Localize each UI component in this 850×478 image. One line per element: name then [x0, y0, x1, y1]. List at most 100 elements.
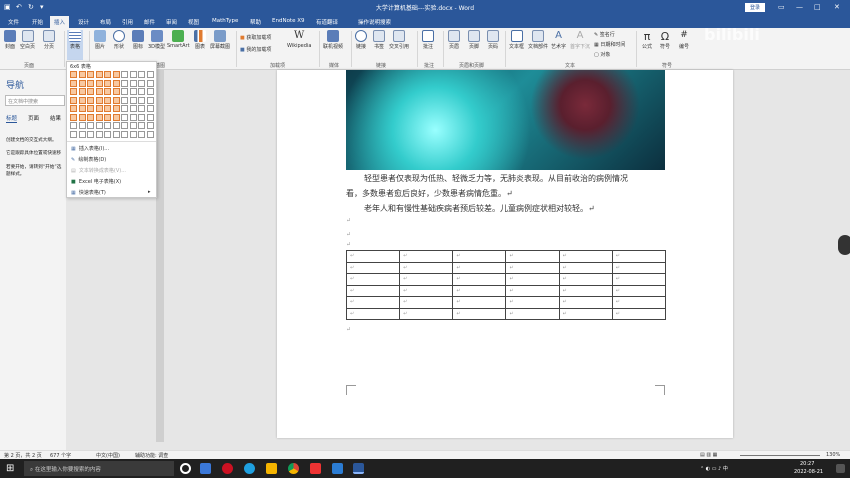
table-grid-cell[interactable] [95, 113, 103, 121]
table-cell[interactable]: ↵ [558, 296, 613, 309]
table-cell[interactable]: ↵ [558, 273, 613, 286]
table-grid-cell[interactable] [95, 130, 103, 138]
table-grid-cell[interactable] [129, 88, 137, 95]
nav-tab-headings[interactable]: 标题 [6, 114, 18, 123]
empty-paragraph[interactable]: ↵ [346, 326, 351, 333]
table-button[interactable]: 表格 [67, 30, 83, 60]
close-icon[interactable]: ✕ [834, 3, 840, 11]
nav-tab-results[interactable]: 结果 [50, 114, 61, 122]
table-grid-cell[interactable] [78, 79, 86, 87]
table-grid-cell[interactable] [87, 130, 94, 138]
table-cell[interactable]: ↵ [611, 296, 667, 309]
table-grid-cell[interactable] [78, 130, 86, 138]
table-cell[interactable]: ↵ [345, 296, 401, 309]
table-grid-cell[interactable] [112, 96, 120, 104]
table-grid-cell[interactable] [121, 113, 128, 121]
insert-table-item[interactable]: ▦ 插入表格(I)... [71, 145, 109, 152]
table-cell[interactable]: ↵ [611, 307, 667, 320]
zoom-level[interactable]: 130% [826, 452, 840, 458]
table-cell[interactable]: ↵ [505, 284, 560, 297]
table-grid-cell[interactable] [138, 71, 145, 78]
table-grid-cell[interactable] [87, 113, 94, 121]
table-cell[interactable]: ↵ [452, 284, 507, 297]
table-cell[interactable]: ↵ [399, 250, 454, 263]
table-cell[interactable]: ↵ [611, 273, 667, 286]
table-grid-cell[interactable] [129, 113, 137, 121]
table-cell[interactable]: ↵ [505, 250, 560, 263]
table-grid-cell[interactable] [95, 122, 103, 129]
link-button[interactable]: 链接 [355, 30, 367, 50]
table-grid-cell[interactable] [138, 79, 145, 87]
app-icon[interactable] [222, 463, 233, 474]
clock-date[interactable]: 2022-08-21 [794, 469, 823, 475]
table-grid-cell[interactable] [129, 79, 137, 87]
comment-button[interactable]: 批注 [422, 30, 434, 50]
taskbar-search[interactable]: ⌕ 在这里输入你要搜索的内容 [24, 461, 174, 476]
table-cell[interactable]: ↵ [345, 273, 401, 286]
table-grid-cell[interactable] [87, 71, 94, 78]
table-grid-cell[interactable] [112, 130, 120, 138]
table-cell[interactable]: ↵ [558, 307, 613, 320]
page-break-button[interactable]: 分页 [43, 30, 55, 50]
tab-youdao[interactable]: 有道翻译 [316, 18, 338, 26]
zoom-slider[interactable] [740, 455, 820, 456]
table-grid-cell[interactable] [112, 79, 120, 87]
date-time-button[interactable]: ▦ 日期和时间 [594, 41, 625, 48]
table-grid-cell[interactable] [112, 105, 120, 112]
table-grid-cell[interactable] [129, 71, 137, 78]
notification-icon[interactable] [836, 464, 845, 473]
online-video-button[interactable]: 联机视频 [323, 30, 343, 50]
bookmark-button[interactable]: 书签 [373, 30, 385, 50]
drop-cap-button[interactable]: A 首字下沉 [570, 30, 590, 50]
table-grid-cell[interactable] [95, 71, 103, 78]
table-grid-cell[interactable] [104, 105, 111, 112]
table-grid-cell[interactable] [138, 130, 145, 138]
table-grid-cell[interactable] [104, 96, 111, 104]
tab-references[interactable]: 引用 [122, 18, 133, 26]
table-cell[interactable]: ↵ [505, 307, 560, 320]
chrome-icon[interactable] [288, 463, 299, 474]
tab-help[interactable]: 帮助 [250, 18, 261, 26]
shapes-button[interactable]: 形状 [113, 30, 125, 50]
table-grid-cell[interactable] [121, 88, 128, 95]
table-cell[interactable]: ↵ [452, 250, 507, 263]
icons-button[interactable]: 图标 [132, 30, 144, 50]
table-grid-cell[interactable] [121, 122, 128, 129]
tab-mathtype[interactable]: MathType [212, 18, 238, 24]
table-grid-cell[interactable] [87, 96, 94, 104]
accessibility-status[interactable]: 辅助功能: 调查 [135, 452, 168, 459]
clock-time[interactable]: 20:27 [800, 461, 814, 467]
paragraph-1-line-2[interactable]: 看，多数患者愈后良好，少数患者病情危重。↵ [346, 188, 513, 199]
table-grid-cell[interactable] [121, 71, 128, 78]
ribbon-display-icon[interactable]: ▭ [778, 3, 785, 11]
table-grid-cell[interactable] [78, 96, 86, 104]
table-grid-cell[interactable] [129, 122, 137, 129]
symbol-button[interactable]: Ω 符号 [659, 30, 671, 50]
table-grid-cell[interactable] [146, 130, 154, 138]
tab-view[interactable]: 视图 [188, 18, 199, 26]
document-table[interactable]: ↵ ↵ ↵ ↵ ↵ ↵ ↵ ↵ ↵ ↵ ↵ ↵ ↵ ↵ ↵ ↵ ↵ ↵ ↵ ↵ ↵ ↵ ↵ ↵ ↵ ↵ ↵ ↵ ↵ ↵ ↵ ↵ ↵ ↵ ↵ ↵ [345, 250, 667, 320]
empty-paragraph[interactable]: ↵ [346, 241, 351, 248]
table-grid-cell[interactable] [78, 122, 86, 129]
quick-tables-item[interactable]: ▦ 快速表格(T) ▸ [71, 189, 151, 196]
table-grid-cell[interactable] [78, 105, 86, 112]
table-grid-cell[interactable] [104, 79, 111, 87]
table-grid-cell[interactable] [146, 113, 154, 121]
table-cell[interactable]: ↵ [452, 296, 507, 309]
table-grid-cell[interactable] [146, 122, 154, 129]
table-grid-cell[interactable] [70, 130, 77, 138]
view-buttons[interactable]: ▤ ▥ ▦ [700, 452, 717, 458]
table-grid-cell[interactable] [146, 71, 154, 78]
table-grid-cell[interactable] [87, 122, 94, 129]
table-cell[interactable]: ↵ [345, 250, 401, 263]
picture-button[interactable]: 图片 [94, 30, 106, 50]
empty-paragraph[interactable]: ↵ [346, 231, 351, 238]
table-grid-cell[interactable] [87, 79, 94, 87]
table-grid-cell[interactable] [129, 130, 137, 138]
header-button[interactable]: 页眉 [448, 30, 460, 50]
table-grid-cell[interactable] [146, 79, 154, 87]
my-addins-button[interactable]: ■ 我的加载项 [240, 46, 271, 53]
table-cell[interactable]: ↵ [399, 261, 454, 274]
cross-reference-button[interactable]: 交叉引用 [389, 30, 409, 50]
table-grid-cell[interactable] [104, 88, 111, 95]
